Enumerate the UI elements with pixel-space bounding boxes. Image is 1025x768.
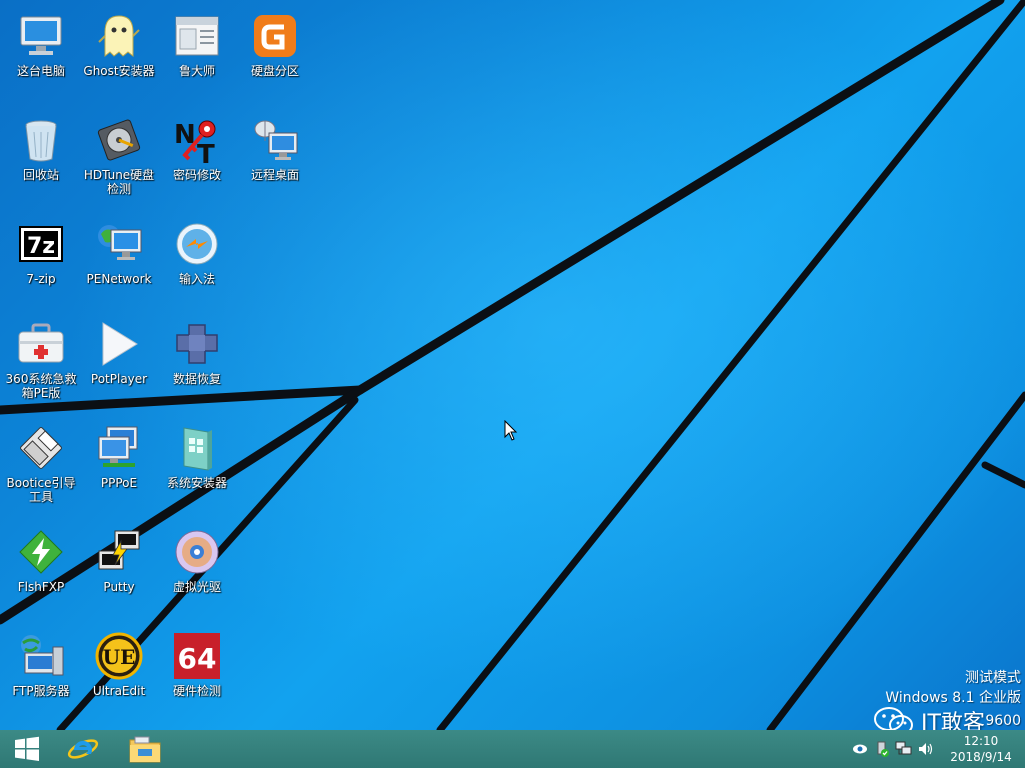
desktop-icon-potplayer[interactable]: PotPlayer (80, 320, 158, 386)
desktop-icon-disk-partition[interactable]: 硬盘分区 (236, 12, 314, 78)
desktop-icon-360-first-aid[interactable]: 360系统急救箱PE版 (2, 320, 80, 400)
aida64-icon: 64 (173, 632, 221, 680)
floppy-icon (17, 424, 65, 472)
desktop-icon-this-pc[interactable]: 这台电脑 (2, 12, 80, 78)
build-number-label: 9600 (985, 713, 1021, 729)
taskbar-clock[interactable]: 12:10 2018/9/14 (937, 733, 1025, 765)
desktop-icon-label: 7-zip (26, 272, 56, 286)
desktop-icon-label: 硬件检测 (172, 684, 221, 698)
play-icon (95, 320, 143, 368)
ludashi-icon (173, 12, 221, 60)
desktop-icon-label: FlshFXP (17, 580, 65, 594)
network-icon (895, 741, 912, 755)
network-icon (95, 220, 143, 268)
7zip-icon: 7z (17, 220, 65, 268)
file-explorer-icon (129, 736, 161, 763)
eye-icon (853, 744, 867, 754)
desktop: 这台电脑 回收站 7z 7-zip 360系统急救箱PE版 Bootice引导工… (0, 0, 1025, 730)
puzzle-icon (173, 320, 221, 368)
ghost-icon (95, 12, 143, 60)
test-mode-label: 测试模式 (965, 670, 1021, 686)
clock-date: 2018/9/14 (950, 750, 1012, 764)
desktop-icon-recycle-bin[interactable]: 回收站 (2, 116, 80, 182)
recycle-bin-icon (17, 116, 65, 164)
desktop-icon-data-recovery[interactable]: 数据恢复 (158, 320, 236, 386)
computer-icon (17, 12, 65, 60)
tray-network[interactable] (893, 730, 915, 768)
desktop-icon-label: 密码修改 (172, 168, 221, 182)
desktop-icon-label: FTP服务器 (12, 684, 70, 698)
desktop-icon-7zip[interactable]: 7z 7-zip (2, 220, 80, 286)
desktop-icon-virtual-drive[interactable]: 虚拟光驱 (158, 528, 236, 594)
desktop-icon-hardware-detect[interactable]: 64 硬件检测 (158, 632, 236, 698)
clock-time: 12:10 (963, 734, 999, 748)
volume-icon (919, 743, 933, 755)
tray-volume[interactable] (915, 730, 937, 768)
svg-text:T: T (197, 140, 215, 163)
optical-disc-icon (173, 528, 221, 576)
desktop-icon-label: 硬盘分区 (250, 64, 299, 78)
desktop-icon-label: 虚拟光驱 (172, 580, 221, 594)
installer-icon (173, 424, 221, 472)
desktop-icon-label: Ghost安装器 (83, 64, 155, 78)
desktop-icon-label: PotPlayer (90, 372, 148, 386)
desktop-icon-ludashi[interactable]: 鲁大师 (158, 12, 236, 78)
tray-eye[interactable] (849, 730, 871, 768)
desktop-icon-label: 输入法 (178, 272, 215, 286)
svg-text:7z: 7z (27, 234, 55, 259)
putty-icon (95, 528, 143, 576)
mouse-cursor-icon (504, 420, 518, 441)
desktop-icon-penetwork[interactable]: PENetwork (80, 220, 158, 286)
pppoe-icon (95, 424, 143, 472)
desktop-icon-label: 系统安装器 (166, 476, 227, 490)
desktop-icon-label: 360系统急救箱PE版 (5, 372, 77, 400)
svg-text:UE: UE (103, 645, 136, 669)
ultraedit-icon: UE (95, 632, 143, 680)
ftp-server-icon (17, 632, 65, 680)
usb-icon (877, 741, 889, 757)
desktop-icon-label: 这台电脑 (16, 64, 65, 78)
first-aid-kit-icon (17, 320, 65, 368)
desktop-icon-label: 远程桌面 (250, 168, 299, 182)
desktop-icon-pppoe[interactable]: PPPoE (80, 424, 158, 490)
password-key-icon: NT (173, 116, 221, 164)
desktop-icon-bootice[interactable]: Bootice引导工具 (2, 424, 80, 504)
remote-desktop-icon (251, 116, 299, 164)
internet-explorer-icon (67, 739, 99, 759)
diskgenius-icon (251, 12, 299, 60)
desktop-icon-flashfxp[interactable]: FlshFXP (2, 528, 80, 594)
desktop-icon-ftp-server[interactable]: FTP服务器 (2, 632, 80, 698)
flashfxp-icon (17, 528, 65, 576)
desktop-icon-remote-desktop[interactable]: 远程桌面 (236, 116, 314, 182)
desktop-icon-label: Putty (103, 580, 135, 594)
desktop-icon-system-installer[interactable]: 系统安装器 (158, 424, 236, 490)
desktop-icon-hdtune[interactable]: HDTune硬盘检测 (80, 116, 158, 196)
desktop-icon-label: UltraEdit (92, 684, 146, 698)
taskbar: 12:10 2018/9/14 (0, 730, 1025, 768)
desktop-icon-label: 鲁大师 (178, 64, 215, 78)
taskbar-file-explorer[interactable] (124, 730, 166, 768)
hdtune-icon (95, 116, 143, 164)
desktop-icon-password-change[interactable]: NT 密码修改 (158, 116, 236, 182)
desktop-icon-label: Bootice引导工具 (6, 476, 76, 504)
desktop-icon-label: 回收站 (22, 168, 59, 182)
desktop-icon-ghost-installer[interactable]: Ghost安装器 (80, 12, 158, 78)
desktop-icon-label: 数据恢复 (172, 372, 221, 386)
start-icon (15, 736, 39, 761)
taskbar-internet-explorer[interactable] (62, 730, 104, 768)
tray-usb[interactable] (871, 730, 893, 768)
start-button[interactable] (0, 730, 54, 768)
input-method-icon (173, 220, 221, 268)
desktop-icon-label: HDTune硬盘检测 (83, 168, 155, 196)
desktop-icon-input-method[interactable]: 输入法 (158, 220, 236, 286)
svg-text:64: 64 (178, 642, 217, 675)
desktop-icon-label: PENetwork (86, 272, 152, 286)
desktop-icon-ultraedit[interactable]: UE UltraEdit (80, 632, 158, 698)
desktop-icon-label: PPPoE (100, 476, 138, 490)
system-tray: 12:10 2018/9/14 (849, 730, 1025, 768)
desktop-icon-putty[interactable]: Putty (80, 528, 158, 594)
